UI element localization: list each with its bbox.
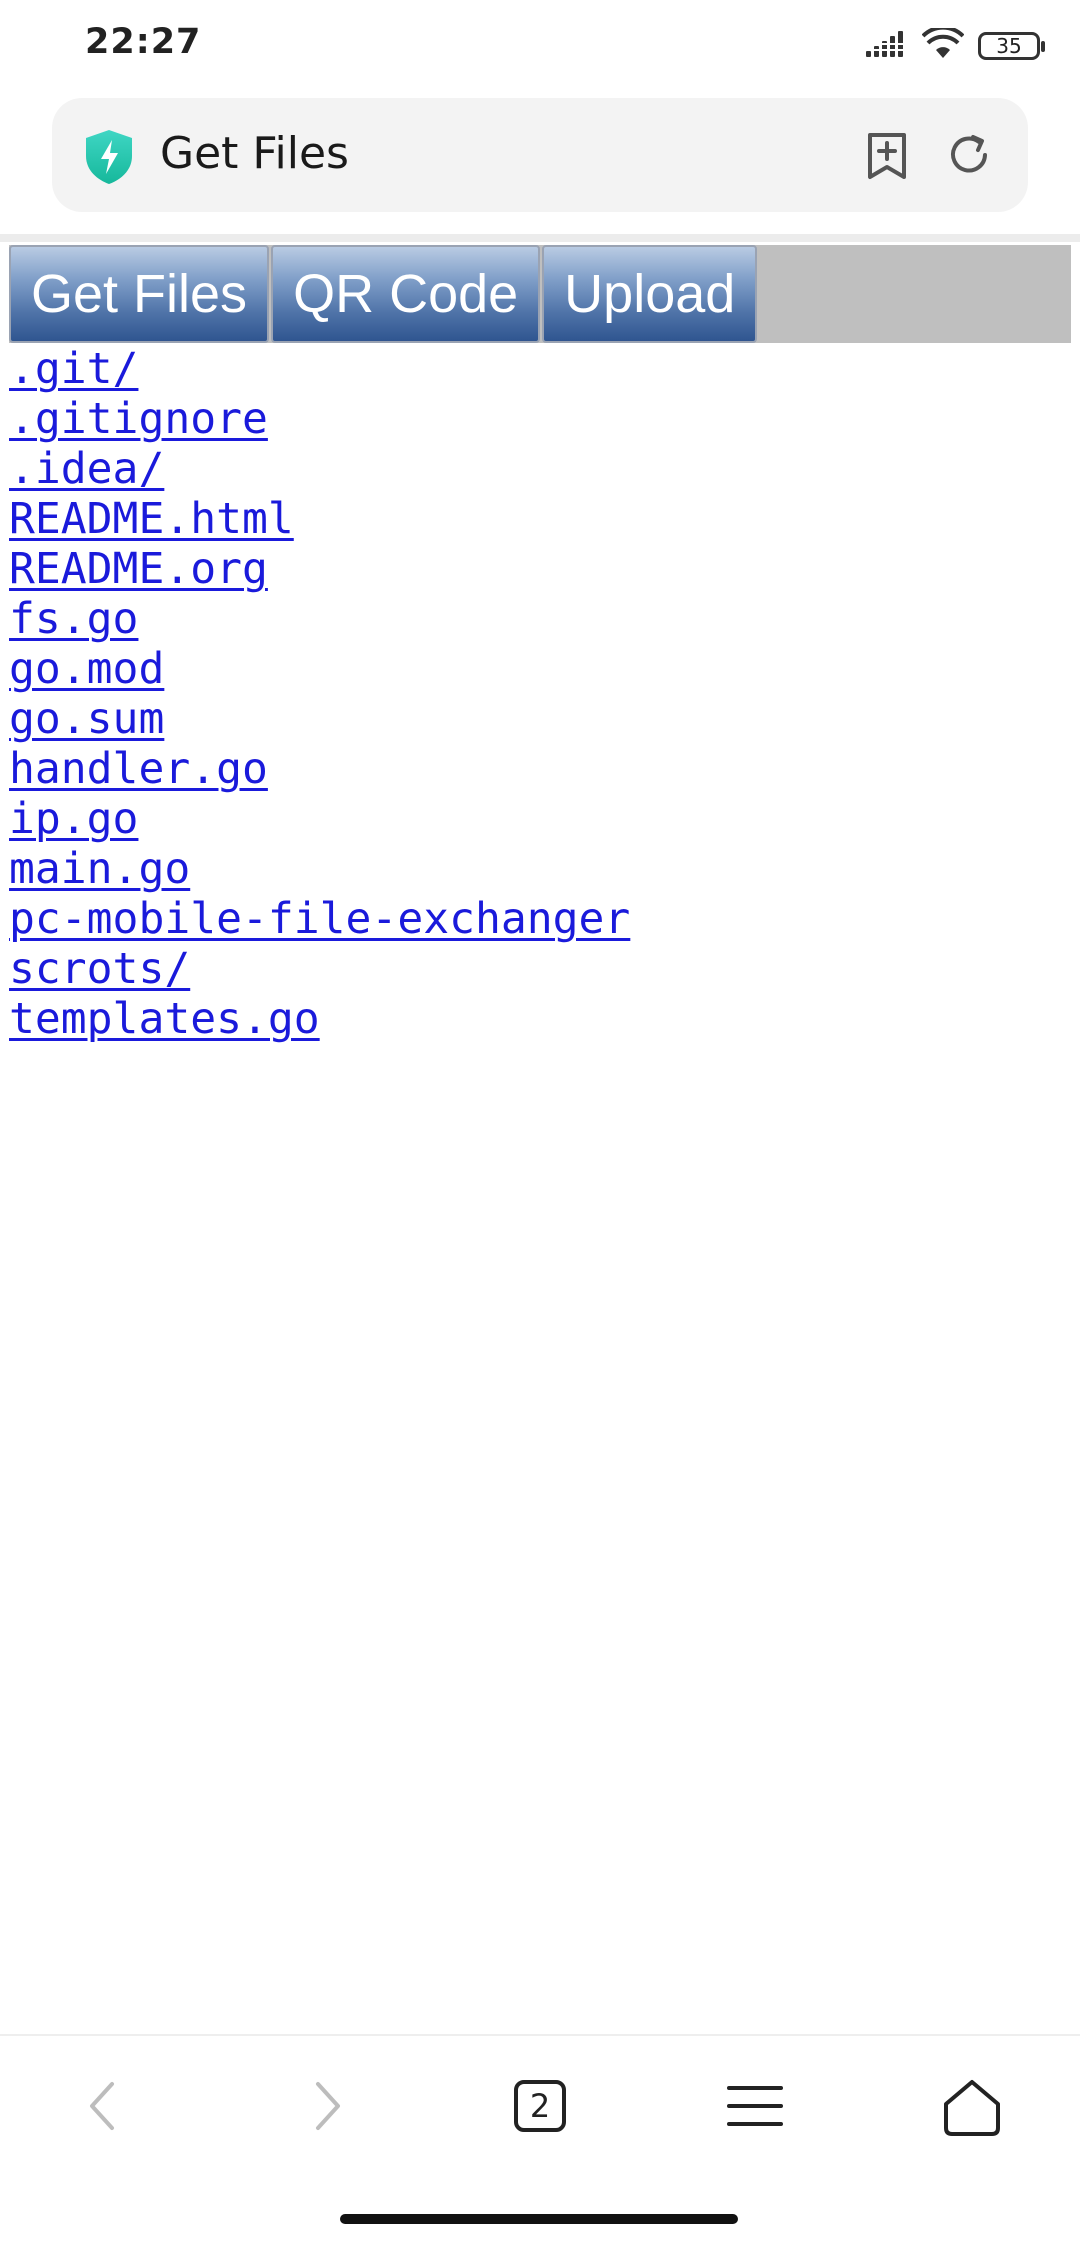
address-bar[interactable]: Get Files xyxy=(52,98,1028,212)
get-files-button[interactable]: Get Files xyxy=(9,245,270,343)
status-icons: 35 xyxy=(850,25,1045,66)
list-item: handler.go xyxy=(9,744,630,794)
status-time: 22:27 xyxy=(85,22,202,62)
upload-button[interactable]: Upload xyxy=(542,245,758,343)
address-title[interactable]: Get Files xyxy=(160,128,349,179)
file-link[interactable]: .idea/ xyxy=(9,444,164,494)
file-link[interactable]: .gitignore xyxy=(9,394,268,444)
toolbar-divider xyxy=(0,234,1080,242)
file-link[interactable]: go.sum xyxy=(9,694,164,744)
file-link[interactable]: handler.go xyxy=(9,744,268,794)
file-link[interactable]: README.html xyxy=(9,494,294,544)
list-item: .idea/ xyxy=(9,444,630,494)
tabs-icon[interactable]: 2 xyxy=(514,2080,566,2132)
forward-icon[interactable] xyxy=(296,2076,356,2136)
list-item: ip.go xyxy=(9,794,630,844)
wifi-icon xyxy=(921,25,965,65)
file-link[interactable]: pc-mobile-file-exchanger xyxy=(9,894,630,944)
home-icon[interactable] xyxy=(940,2076,1004,2140)
list-item: fs.go xyxy=(9,594,630,644)
file-link[interactable]: .git/ xyxy=(9,344,138,394)
list-item: pc-mobile-file-exchanger xyxy=(9,894,630,944)
page-nav: Get Files QR Code Upload xyxy=(9,245,1071,343)
list-item: go.sum xyxy=(9,694,630,744)
signal-icon xyxy=(864,29,908,64)
shield-icon xyxy=(82,128,136,186)
list-item: .git/ xyxy=(9,344,630,394)
file-link[interactable]: fs.go xyxy=(9,594,138,644)
file-link[interactable]: scrots/ xyxy=(9,944,190,994)
battery-icon: 35 xyxy=(978,32,1045,60)
file-list: .git/ .gitignore .idea/ README.html READ… xyxy=(9,344,630,1044)
list-item: README.org xyxy=(9,544,630,594)
list-item: templates.go xyxy=(9,994,630,1044)
menu-icon[interactable] xyxy=(725,2076,785,2136)
back-icon[interactable] xyxy=(74,2076,134,2136)
file-link[interactable]: README.org xyxy=(9,544,268,594)
file-link[interactable]: ip.go xyxy=(9,794,138,844)
status-bar: 22:27 35 xyxy=(0,0,1080,92)
file-link[interactable]: main.go xyxy=(9,844,190,894)
list-item: go.mod xyxy=(9,644,630,694)
list-item: scrots/ xyxy=(9,944,630,994)
home-indicator[interactable] xyxy=(340,2214,738,2224)
file-link[interactable]: go.mod xyxy=(9,644,164,694)
list-item: README.html xyxy=(9,494,630,544)
list-item: main.go xyxy=(9,844,630,894)
qr-code-button[interactable]: QR Code xyxy=(271,245,541,343)
list-item: .gitignore xyxy=(9,394,630,444)
file-link[interactable]: templates.go xyxy=(9,994,320,1044)
reload-icon[interactable] xyxy=(945,131,993,179)
bookmark-add-icon[interactable] xyxy=(864,131,910,181)
